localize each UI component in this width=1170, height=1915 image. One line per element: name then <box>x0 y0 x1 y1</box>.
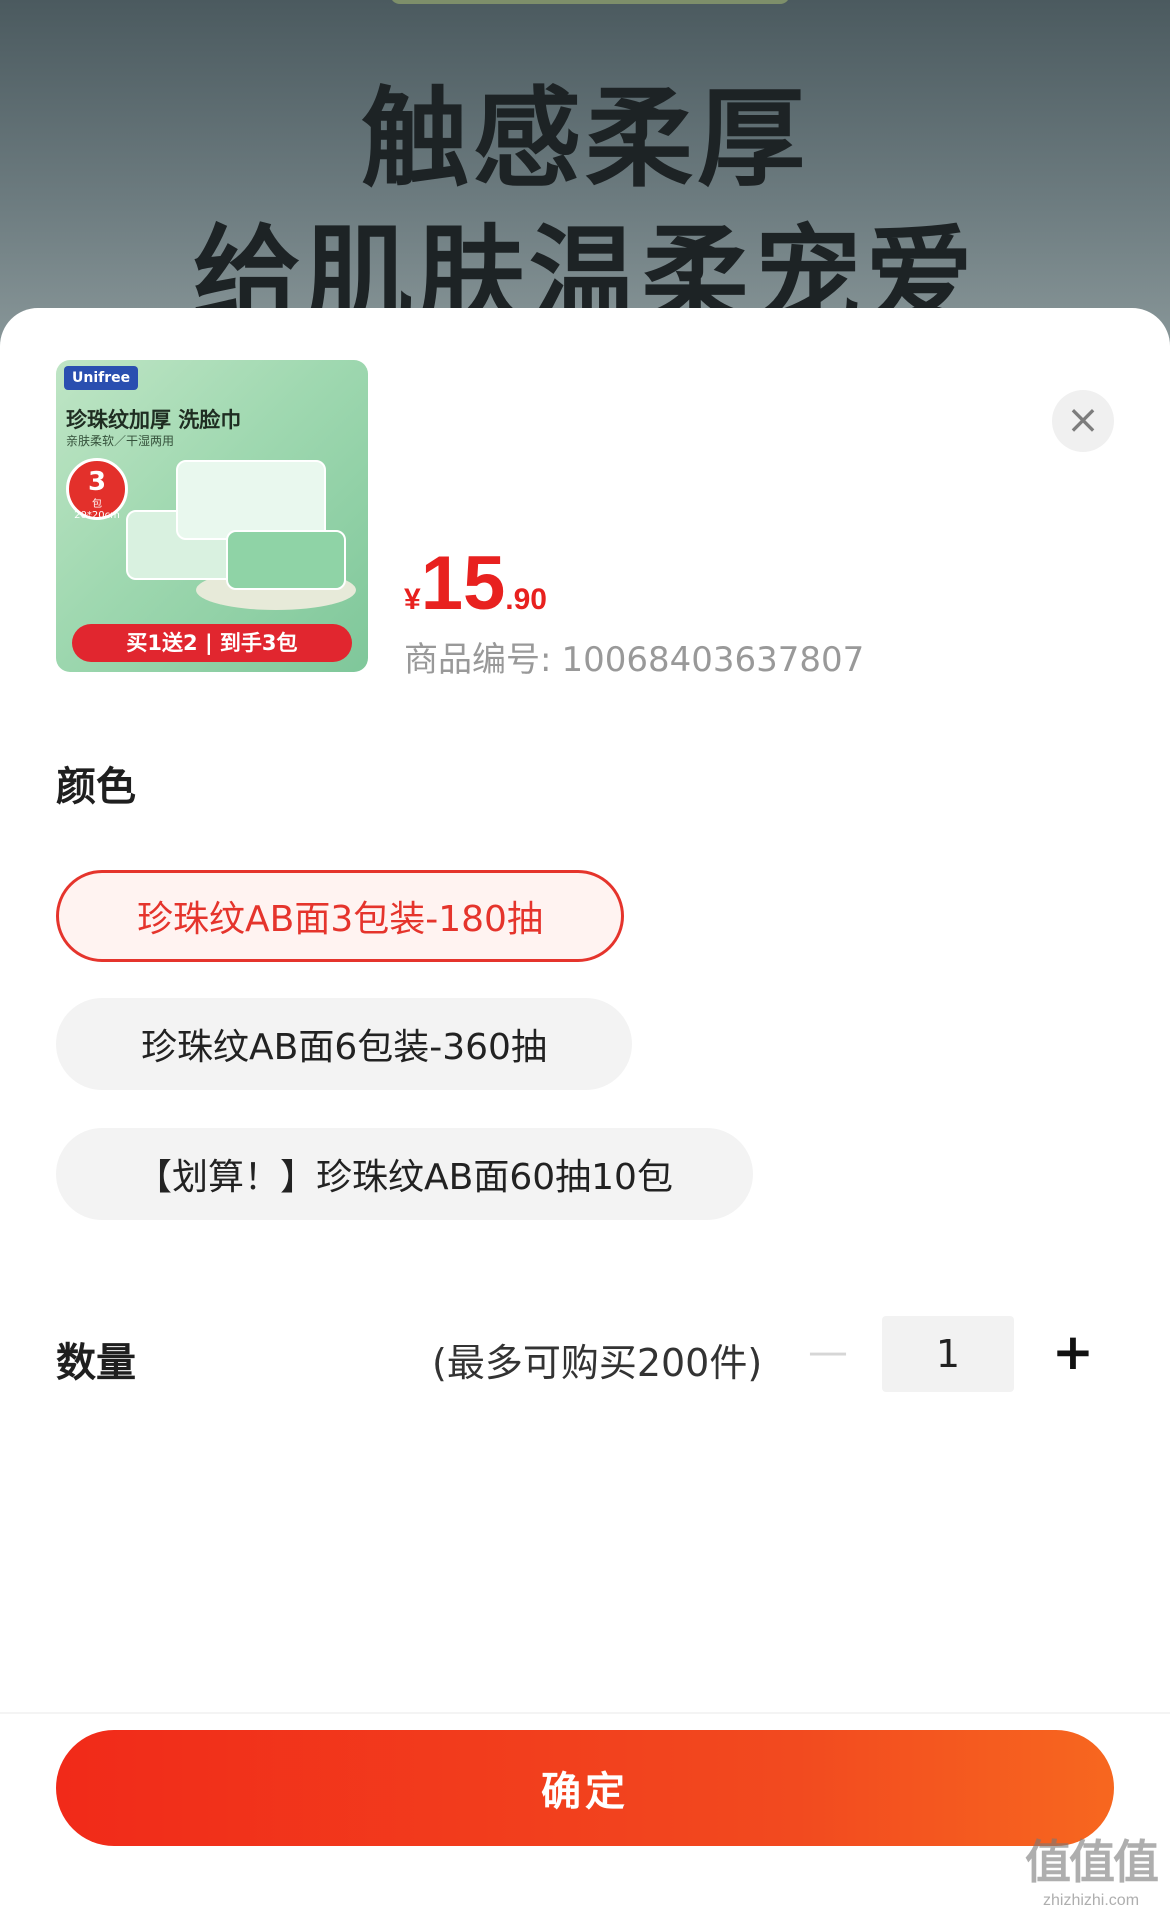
quantity-section-title: 数量 <box>56 1340 136 1386</box>
color-option-selected[interactable]: 珍珠纹AB面3包装-180抽 <box>56 870 624 962</box>
price-currency: ¥ <box>404 583 421 616</box>
option-label: 珍珠纹AB面6包装-360抽 <box>141 1027 547 1068</box>
product-banner-background: 触感柔厚 给肌肤温柔宠爱 <box>0 0 1170 360</box>
confirm-button[interactable]: 确定 <box>56 1730 1114 1846</box>
color-option[interactable]: 珍珠纹AB面6包装-360抽 <box>56 998 632 1090</box>
quantity-input[interactable]: 1 <box>882 1316 1014 1392</box>
thumb-promo-banner: 买1送2 | 到手3包 <box>72 624 352 662</box>
thumb-tissue-pack <box>226 530 346 590</box>
thumb-pack-count-badge: 3 包 20*20cm <box>66 458 128 521</box>
thumb-badge-size: 20*20cm <box>74 510 120 521</box>
thumb-subtitle: 亲肤柔软／干湿两用 <box>66 434 175 448</box>
thumb-tissue-pack <box>176 460 326 540</box>
plus-icon: + <box>1052 1323 1094 1381</box>
option-label: 【划算！】珍珠纹AB面60抽10包 <box>136 1157 673 1198</box>
sku-selector-sheet: Unifree 珍珠纹加厚 洗脸巾 亲肤柔软／干湿两用 3 包 20*20cm … <box>0 308 1170 1915</box>
footer-divider <box>0 1712 1170 1714</box>
thumb-badge-count: 3 <box>87 467 107 497</box>
product-sku: 商品编号: 10068403637807 <box>404 632 864 681</box>
watermark-logo: 值值值 <box>1025 1835 1159 1889</box>
banner-top-decoration <box>390 0 790 4</box>
confirm-label: 确定 <box>541 1769 629 1815</box>
sku-label: 商品编号: <box>404 640 552 680</box>
price-decimal: .90 <box>505 583 547 616</box>
thumb-brand-logo: Unifree <box>64 366 139 390</box>
minus-icon: — <box>808 1329 848 1375</box>
quantity-decrease-button[interactable]: — <box>808 1332 848 1372</box>
watermark-url: zhizhizhi.com <box>1042 1892 1140 1909</box>
product-thumbnail[interactable]: Unifree 珍珠纹加厚 洗脸巾 亲肤柔软／干湿两用 3 包 20*20cm … <box>56 360 368 672</box>
product-price: ¥15.90 <box>404 540 547 627</box>
site-watermark: 值值值 zhizhizhi.com <box>1016 1826 1166 1910</box>
banner-headline-line1: 触感柔厚 <box>360 77 809 202</box>
quantity-increase-button[interactable]: + <box>1048 1324 1098 1380</box>
sku-number: 10068403637807 <box>561 640 865 680</box>
purchase-limit-note: (最多可购买200件) <box>432 1341 763 1385</box>
option-label: 珍珠纹AB面3包装-180抽 <box>137 899 543 940</box>
color-option[interactable]: 【划算！】珍珠纹AB面60抽10包 <box>56 1128 753 1220</box>
close-button[interactable]: × <box>1052 390 1114 452</box>
color-section-title: 颜色 <box>56 764 136 810</box>
thumb-title: 珍珠纹加厚 洗脸巾 <box>66 408 242 432</box>
close-icon: × <box>1066 397 1100 443</box>
price-integer: 15 <box>420 541 506 626</box>
thumb-badge-unit: 包 <box>92 499 102 510</box>
